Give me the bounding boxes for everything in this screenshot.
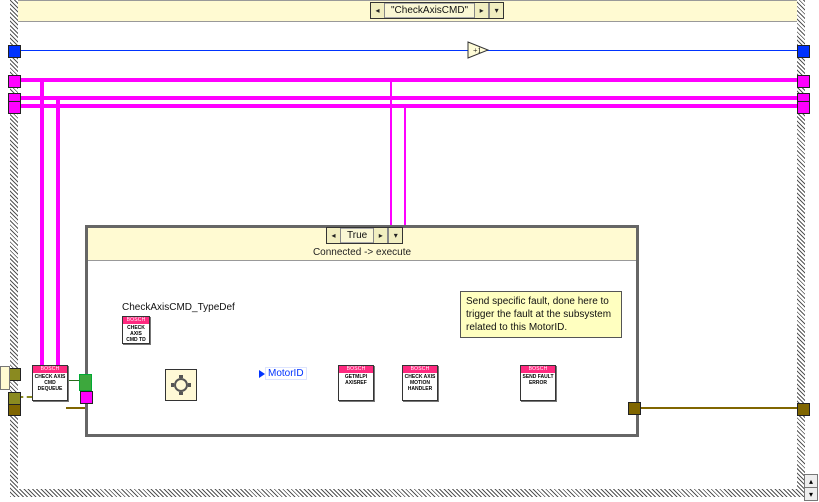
case-dropdown-icon[interactable]: ▾: [489, 3, 503, 18]
brand-stripe: BOSCH: [339, 366, 373, 373]
gear-icon: [166, 370, 196, 400]
inner-case-selector[interactable]: ◂ True ▸ ▾: [326, 227, 403, 244]
case-prev-arrow-icon[interactable]: ◂: [327, 228, 341, 243]
wire-cluster-drop-a: [40, 78, 44, 380]
brand-stripe: BOSCH: [521, 366, 555, 373]
outer-tunnel-left-olive: [8, 392, 21, 405]
case-prev-arrow-icon[interactable]: ◂: [371, 3, 385, 18]
outer-case-label: "CheckAxisCMD": [385, 3, 474, 18]
case-next-arrow-icon[interactable]: ▸: [373, 228, 388, 243]
node-unbundle: [165, 369, 197, 401]
wire-cluster-drop-b: [56, 96, 60, 380]
wire-iteration-h: [18, 50, 797, 51]
scroll-up-icon[interactable]: ▴: [804, 474, 818, 488]
outer-tunnel-pink-3: [797, 101, 810, 114]
node-getmlpi: BOSCH GETMLPI AXISREF: [338, 365, 374, 401]
wire-cluster-bus-3: [18, 104, 797, 108]
node-sendfault: BOSCH SEND FAULT ERROR: [520, 365, 556, 401]
wire-cluster-bus-2: [18, 96, 797, 100]
inner-case-label: True: [341, 228, 373, 243]
increment-icon-label: +1: [473, 46, 482, 55]
scroll-down-icon[interactable]: ▾: [804, 487, 818, 501]
wire-cluster-bus-1: [18, 78, 797, 82]
outer-tunnel-left-pink-3: [8, 101, 21, 114]
outer-tunnel-pink-1: [797, 75, 810, 88]
outer-tunnel-left-blue: [8, 45, 21, 58]
outer-tunnel-blue: [797, 45, 810, 58]
arrowhead-icon: [259, 370, 265, 378]
case-dropdown-icon[interactable]: ▾: [388, 228, 402, 243]
comment-block: Send specific fault, done here to trigge…: [460, 291, 622, 338]
case-next-arrow-icon[interactable]: ▸: [474, 3, 489, 18]
inner-subdiagram-label: Connected -> execute: [88, 247, 636, 258]
left-edge-terminal: [0, 366, 10, 390]
typedef-label: CheckAxisCMD_TypeDef: [122, 302, 235, 313]
outer-tunnel-brown: [797, 403, 810, 416]
brand-stripe: BOSCH: [403, 366, 437, 373]
typedef-node-text: CHECK AXIS CMD TD: [124, 325, 148, 342]
tunnel-pink-in: [80, 391, 93, 404]
outer-case-selector[interactable]: ◂ "CheckAxisCMD" ▸ ▾: [370, 2, 504, 19]
node-motionhandler: BOSCH CHECK AXIS MOTION HANDLER: [402, 365, 438, 401]
outer-tunnel-left-pink-1: [8, 75, 21, 88]
getmlpi-node-text: GETMLPI AXISREF: [340, 374, 372, 399]
increment-node: +1: [467, 41, 489, 59]
typedef-constant-node: BOSCH CHECK AXIS CMD TD: [122, 316, 150, 344]
diagram-canvas: ◂ "CheckAxisCMD" ▸ ▾ +1 Connected -> exe…: [0, 0, 819, 502]
dequeue-node-text: CHECK AXIS CMD DEQUEUE: [34, 374, 66, 399]
node-dequeue: BOSCH CHECK AXIS CMD DEQUEUE: [32, 365, 68, 401]
motionhandler-node-text: CHECK AXIS MOTION HANDLER: [404, 374, 436, 399]
brand-stripe: BOSCH: [33, 366, 67, 373]
inner-case-selector-terminal: [79, 374, 92, 391]
brand-stripe: BOSCH: [123, 317, 149, 324]
tunnel-error-out: [628, 402, 641, 415]
sendfault-node-text: SEND FAULT ERROR: [522, 374, 554, 399]
motor-id-label: MotorID: [265, 367, 307, 380]
